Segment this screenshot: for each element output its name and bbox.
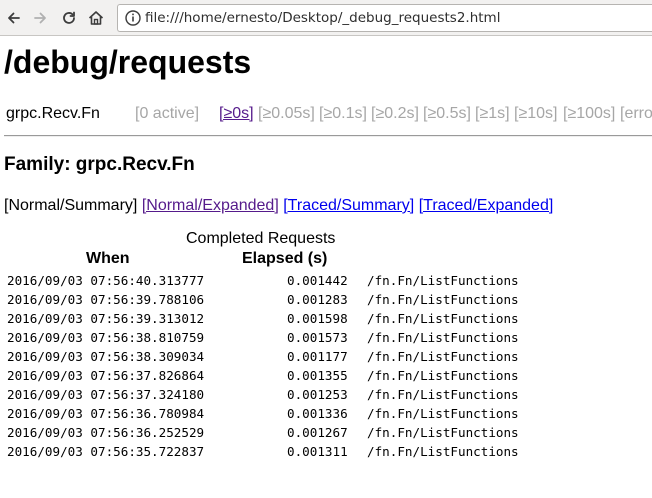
cell-when: 2016/09/03 07:56:38.309034 <box>7 349 205 364</box>
table-row: 2016/09/03 07:56:40.313777 0.001442 /fn.… <box>7 273 647 292</box>
cell-method: /fn.Fn/ListFunctions <box>367 406 519 421</box>
arrow-left-icon <box>8 12 20 24</box>
arrow-right-icon <box>34 12 46 24</box>
table-row: 2016/09/03 07:56:37.324180 0.001253 /fn.… <box>7 387 647 406</box>
view-normal-expanded-link[interactable]: [Normal/Expanded] <box>142 197 279 214</box>
cell-method: /fn.Fn/ListFunctions <box>367 444 519 459</box>
bucket-0-1s: [≥0.1s] <box>319 105 367 122</box>
table-row: 2016/09/03 07:56:36.780984 0.001336 /fn.… <box>7 406 647 425</box>
cell-method: /fn.Fn/ListFunctions <box>367 368 519 383</box>
cell-when: 2016/09/03 07:56:37.324180 <box>7 387 205 402</box>
view-traced-summary-link[interactable]: [Traced/Summary] <box>283 197 414 214</box>
table-row: 2016/09/03 07:56:38.810759 0.001573 /fn.… <box>7 330 647 349</box>
table-row: 2016/09/03 07:56:37.826864 0.001355 /fn.… <box>7 368 647 387</box>
cell-when: 2016/09/03 07:56:36.780984 <box>7 406 205 421</box>
table-row: 2016/09/03 07:56:39.788106 0.001283 /fn.… <box>7 292 647 311</box>
active-count: [0 active] <box>135 105 200 122</box>
cell-when: 2016/09/03 07:56:35.722837 <box>7 444 205 459</box>
cell-method: /fn.Fn/ListFunctions <box>367 349 519 364</box>
table-caption: Completed Requests <box>186 230 336 247</box>
cell-method: /fn.Fn/ListFunctions <box>367 292 519 307</box>
bucket-0-5s: [≥0.5s] <box>423 105 471 122</box>
view-traced-expanded-link[interactable]: [Traced/Expanded] <box>419 197 554 214</box>
cell-method: /fn.Fn/ListFunctions <box>367 273 519 288</box>
info-icon[interactable] <box>124 9 142 27</box>
requests-table: 2016/09/03 07:56:40.313777 0.001442 /fn.… <box>7 273 647 463</box>
cell-when: 2016/09/03 07:56:40.313777 <box>7 273 205 288</box>
bucket-100s: [≥100s] <box>563 105 616 122</box>
url-text: file:///home/ernesto/Desktop/_debug_requ… <box>145 10 501 26</box>
cell-elapsed: 0.001573 <box>287 330 348 345</box>
family-name: grpc.Recv.Fn <box>6 105 100 122</box>
cell-when: 2016/09/03 07:56:37.826864 <box>7 368 205 383</box>
cell-elapsed: 0.001336 <box>287 406 348 421</box>
table-row: 2016/09/03 07:56:39.313012 0.001598 /fn.… <box>7 311 647 330</box>
cell-elapsed: 0.001253 <box>287 387 348 402</box>
family-heading: Family: grpc.Recv.Fn <box>4 154 195 175</box>
view-switcher: [Normal/Summary] [Normal/Expanded] [Trac… <box>4 197 553 215</box>
bucket-link-0s[interactable]: [≥0s] <box>219 105 254 123</box>
cell-elapsed: 0.001283 <box>287 292 348 307</box>
cell-when: 2016/09/03 07:56:39.313012 <box>7 311 205 326</box>
family-row: grpc.Recv.Fn [0 active] [≥0s] [≥0.05s] [… <box>0 103 652 127</box>
cell-elapsed: 0.001355 <box>287 368 348 383</box>
table-row: 2016/09/03 07:56:36.252529 0.001267 /fn.… <box>7 425 647 444</box>
table-row: 2016/09/03 07:56:38.309034 0.001177 /fn.… <box>7 349 647 368</box>
cell-elapsed: 0.001267 <box>287 425 348 440</box>
home-button[interactable] <box>86 8 106 28</box>
column-header-when: When <box>86 250 130 267</box>
divider <box>4 135 652 137</box>
home-icon <box>88 11 104 25</box>
cell-when: 2016/09/03 07:56:38.810759 <box>7 330 205 345</box>
reload-button[interactable] <box>59 8 79 28</box>
cell-method: /fn.Fn/ListFunctions <box>367 330 519 345</box>
view-current: [Normal/Summary] <box>4 197 138 214</box>
cell-method: /fn.Fn/ListFunctions <box>367 311 519 326</box>
cell-when: 2016/09/03 07:56:36.252529 <box>7 425 205 440</box>
bucket-0-2s: [≥0.2s] <box>371 105 419 122</box>
bucket-errors: [erro <box>620 105 652 122</box>
cell-method: /fn.Fn/ListFunctions <box>367 387 519 402</box>
cell-when: 2016/09/03 07:56:39.788106 <box>7 292 205 307</box>
column-header-elapsed: Elapsed (s) <box>242 250 328 267</box>
browser-toolbar: file:///home/ernesto/Desktop/_debug_requ… <box>0 0 652 36</box>
bucket-10s: [≥10s] <box>514 105 558 122</box>
bucket-0-05s: [≥0.05s] <box>258 105 315 122</box>
forward-button[interactable] <box>30 8 50 28</box>
reload-icon <box>63 11 75 24</box>
back-button[interactable] <box>4 8 24 28</box>
cell-elapsed: 0.001598 <box>287 311 348 326</box>
cell-elapsed: 0.001442 <box>287 273 348 288</box>
table-row: 2016/09/03 07:56:35.722837 0.001311 /fn.… <box>7 444 647 463</box>
page-title: /debug/requests <box>4 44 252 80</box>
cell-method: /fn.Fn/ListFunctions <box>367 425 519 440</box>
cell-elapsed: 0.001177 <box>287 349 348 364</box>
bucket-1s: [≥1s] <box>475 105 510 122</box>
cell-elapsed: 0.001311 <box>287 444 348 459</box>
url-bar[interactable]: file:///home/ernesto/Desktop/_debug_requ… <box>117 4 652 32</box>
page-content: /debug/requests grpc.Recv.Fn [0 active] … <box>0 36 652 498</box>
